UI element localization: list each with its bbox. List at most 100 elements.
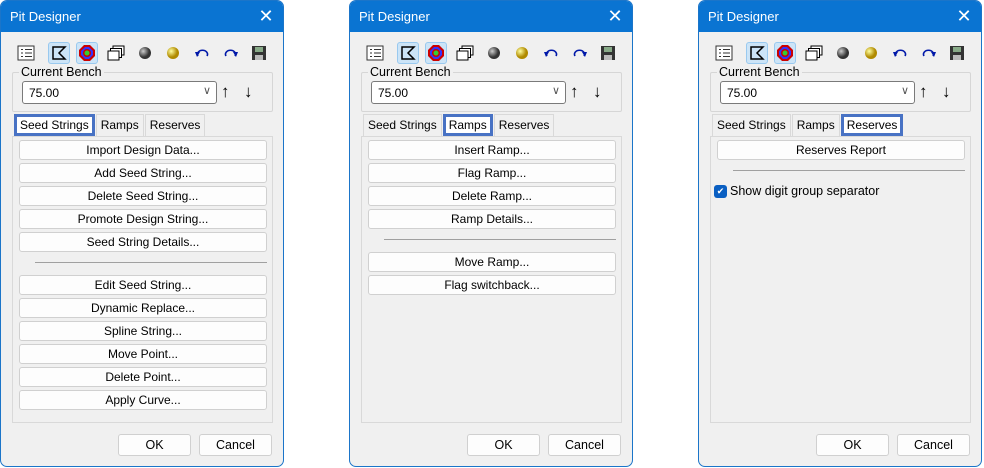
arrow-up-icon[interactable]: ↑ [919,82,928,102]
gray-sphere-icon[interactable] [832,42,854,64]
tab-ramps[interactable]: Ramps [442,114,493,136]
list-icon[interactable] [713,42,735,64]
promote-design-string-button[interactable]: Promote Design String... [19,209,267,229]
list-icon[interactable] [364,42,386,64]
cancel-button[interactable]: Cancel [897,434,970,456]
ok-button[interactable]: OK [816,434,889,456]
chevron-down-icon[interactable]: ∨ [203,84,211,97]
ok-button[interactable]: OK [467,434,540,456]
spline-string-button[interactable]: Spline String... [19,321,267,341]
cancel-button[interactable]: Cancel [199,434,272,456]
redo-icon[interactable] [569,42,591,64]
title-bar: Pit Designer ✕ [350,1,632,32]
tab-reserves[interactable]: Reserves [840,114,904,136]
close-button[interactable]: ✕ [598,1,632,32]
gray-sphere-icon[interactable] [134,42,156,64]
current-bench-label: Current Bench [19,65,104,79]
current-bench-combobox[interactable]: 75.00 ∨ [720,81,915,104]
delete-ramp-button[interactable]: Delete Ramp... [368,186,616,206]
windows-icon[interactable] [105,42,127,64]
title-bar: Pit Designer ✕ [1,1,283,32]
dynamic-replace-button[interactable]: Dynamic Replace... [19,298,267,318]
tab-seed-strings[interactable]: Seed Strings [363,114,442,136]
redo-icon[interactable] [918,42,940,64]
chevron-down-icon[interactable]: ∨ [901,84,909,97]
move-ramp-button[interactable]: Move Ramp... [368,252,616,272]
flag-ramp-button[interactable]: Flag Ramp... [368,163,616,183]
arrow-down-icon[interactable]: ↓ [244,82,253,102]
tab-panel: Insert Ramp... Flag Ramp... Delete Ramp...… [361,136,622,423]
yellow-sphere-icon[interactable] [860,42,882,64]
ramp-details-button[interactable]: Ramp Details... [368,209,616,229]
tab-seed-strings[interactable]: Seed Strings [712,114,791,136]
dialog-title: Pit Designer [708,9,779,24]
checkbox-label: Show digit group separator [730,184,880,198]
edit-seed-string-button[interactable]: Edit Seed String... [19,275,267,295]
undo-icon[interactable] [889,42,911,64]
target-icon[interactable] [425,42,447,64]
current-bench-label: Current Bench [717,65,802,79]
boundary-icon[interactable] [397,42,419,64]
boundary-icon[interactable] [746,42,768,64]
current-bench-value: 75.00 [378,86,409,100]
tab-panel: Reserves Report ✔ Show digit group separat… [710,136,971,423]
target-icon[interactable] [774,42,796,64]
move-point-button[interactable]: Move Point... [19,344,267,364]
import-design-data-button[interactable]: Import Design Data... [19,140,267,160]
close-button[interactable]: ✕ [249,1,283,32]
tab-ramps[interactable]: Ramps [791,114,840,136]
yellow-sphere-icon[interactable] [511,42,533,64]
chevron-down-icon[interactable]: ∨ [552,84,560,97]
yellow-sphere-icon[interactable] [162,42,184,64]
redo-icon[interactable] [220,42,242,64]
undo-icon[interactable] [191,42,213,64]
tab-panel: Import Design Data... Add Seed String... D… [12,136,273,423]
current-bench-combobox[interactable]: 75.00 ∨ [22,81,217,104]
windows-icon[interactable] [454,42,476,64]
arrow-up-icon[interactable]: ↑ [221,82,230,102]
apply-curve-button[interactable]: Apply Curve... [19,390,267,410]
save-icon[interactable] [248,42,270,64]
tab-reserves[interactable]: Reserves [144,114,206,136]
tab-seed-strings[interactable]: Seed Strings [14,114,95,136]
dialog-title: Pit Designer [359,9,430,24]
current-bench-combobox[interactable]: 75.00 ∨ [371,81,566,104]
undo-icon[interactable] [540,42,562,64]
tab-ramps[interactable]: Ramps [95,114,144,136]
gray-sphere-icon[interactable] [483,42,505,64]
ok-button[interactable]: OK [118,434,191,456]
list-icon[interactable] [15,42,37,64]
tab-bar: Seed Strings Ramps Reserves [14,114,206,136]
seed-string-details-button[interactable]: Seed String Details... [19,232,267,252]
delete-point-button[interactable]: Delete Point... [19,367,267,387]
insert-ramp-button[interactable]: Insert Ramp... [368,140,616,160]
delete-seed-string-button[interactable]: Delete Seed String... [19,186,267,206]
add-seed-string-button[interactable]: Add Seed String... [19,163,267,183]
boundary-icon[interactable] [48,42,70,64]
reserves-report-button[interactable]: Reserves Report [717,140,965,160]
arrow-down-icon[interactable]: ↓ [942,82,951,102]
pit-designer-dialog: Pit Designer ✕ Current Bench 75.00 ∨ ↑ ↓ Seed S… [698,0,982,467]
tab-bar: Seed Strings Ramps Reserves [712,114,904,136]
current-bench-value: 75.00 [29,86,60,100]
separator [733,170,965,171]
show-digit-group-separator-checkbox[interactable]: ✔ Show digit group separator [714,184,879,198]
pit-designer-dialog: Pit Designer ✕ Current Bench 75.00 ∨ ↑ ↓ Seed S… [0,0,284,467]
save-icon[interactable] [597,42,619,64]
windows-icon[interactable] [803,42,825,64]
arrow-up-icon[interactable]: ↑ [570,82,579,102]
target-icon[interactable] [76,42,98,64]
pit-designer-dialog: Pit Designer ✕ Current Bench 75.00 ∨ ↑ ↓ Seed S… [349,0,633,467]
save-icon[interactable] [946,42,968,64]
flag-switchback-button[interactable]: Flag switchback... [368,275,616,295]
checkbox-checked-icon[interactable]: ✔ [714,184,727,198]
current-bench-label: Current Bench [368,65,453,79]
tab-bar: Seed Strings Ramps Reserves [363,114,555,136]
cancel-button[interactable]: Cancel [548,434,621,456]
close-button[interactable]: ✕ [947,1,981,32]
tab-reserves[interactable]: Reserves [493,114,555,136]
title-bar: Pit Designer ✕ [699,1,981,32]
dialog-title: Pit Designer [10,9,81,24]
separator [35,262,267,263]
arrow-down-icon[interactable]: ↓ [593,82,602,102]
